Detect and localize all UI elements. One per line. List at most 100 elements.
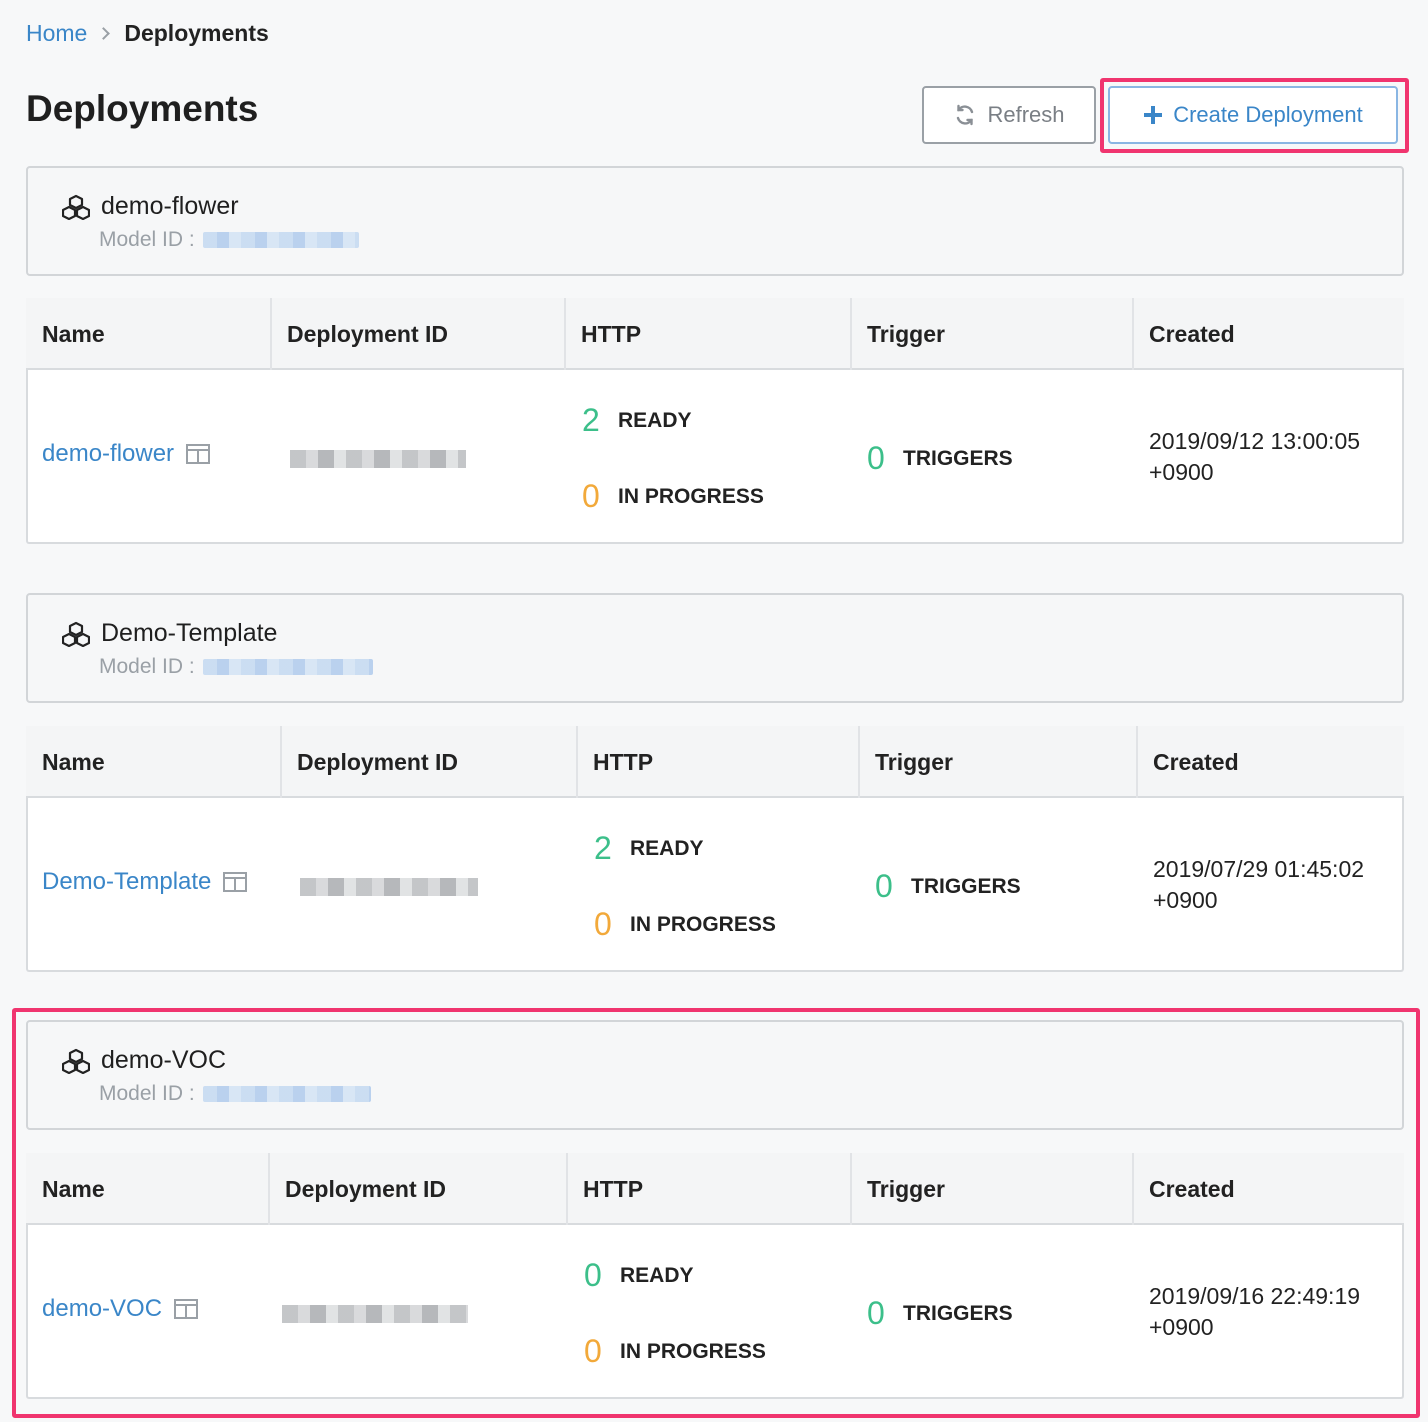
triggers-label: TRIGGERS <box>903 1301 1013 1325</box>
created-date: 2019/07/29 01:45:02 <box>1153 856 1365 882</box>
breadcrumb-current: Deployments <box>124 20 269 46</box>
deployment-name-cell: demo-VOC <box>42 1295 199 1323</box>
ready-count: 2 <box>582 402 600 438</box>
table-row: Demo-Template 2 READY 0 IN PROGRESS 0 TR… <box>26 798 1404 972</box>
header-name: Name <box>42 320 105 347</box>
ready-label: READY <box>630 836 704 860</box>
in-progress-label: IN PROGRESS <box>620 1339 766 1363</box>
header-deployment-id: Deployment ID <box>285 1175 447 1202</box>
trigger-count: 0 TRIGGERS <box>875 868 1021 905</box>
create-deployment-button[interactable]: Create Deployment <box>1108 86 1398 144</box>
trigger-count: 0 TRIGGERS <box>867 440 1013 477</box>
http-in-progress: 0 IN PROGRESS <box>582 478 764 515</box>
header-http: HTTP <box>581 320 642 347</box>
http-ready: 2 READY <box>582 402 692 439</box>
created-timezone: +0900 <box>1153 887 1218 913</box>
model-id-value-redacted[interactable] <box>202 1086 371 1102</box>
created-timezone: +0900 <box>1149 459 1214 485</box>
refresh-icon <box>957 104 974 126</box>
header-deployment-id: Deployment ID <box>287 320 449 347</box>
model-id-label: Model ID : <box>99 228 195 251</box>
deployments-page: Home Deployments Deployments Refresh Cre… <box>0 0 1428 1422</box>
in-progress-count: 0 <box>594 906 612 942</box>
triggers-count: 0 <box>867 1295 885 1331</box>
model-name: demo-flower <box>101 192 239 220</box>
in-progress-count: 0 <box>582 478 600 514</box>
deployments-table: Name Deployment ID HTTP Trigger Created … <box>26 726 1404 972</box>
http-ready: 0 READY <box>584 1257 694 1294</box>
header-name: Name <box>42 748 105 775</box>
header-created: Created <box>1149 1175 1235 1202</box>
in-progress-count: 0 <box>584 1333 602 1369</box>
table-row: demo-flower 2 READY 0 IN PROGRESS 0 TRIG… <box>26 370 1404 544</box>
header-deployment-id: Deployment ID <box>297 748 459 775</box>
http-ready: 2 READY <box>594 830 704 867</box>
triggers-label: TRIGGERS <box>911 874 1021 898</box>
header-http: HTTP <box>583 1175 644 1202</box>
header-created: Created <box>1149 320 1235 347</box>
deployment-name-cell: Demo-Template <box>42 868 248 896</box>
plus-icon <box>1144 106 1163 124</box>
in-progress-label: IN PROGRESS <box>630 912 776 936</box>
header-trigger: Trigger <box>867 320 945 347</box>
panel-icon[interactable] <box>186 444 211 464</box>
created-timestamp: 2019/09/12 13:00:05 +0900 <box>1149 426 1399 488</box>
breadcrumb-home-link[interactable]: Home <box>26 20 87 47</box>
model-id-value-redacted[interactable] <box>202 659 373 675</box>
cubes-icon <box>62 621 90 647</box>
deployment-name-cell: demo-flower <box>42 440 211 468</box>
deployment-name-link[interactable]: demo-flower <box>42 440 174 468</box>
ready-label: READY <box>620 1263 694 1287</box>
ready-count: 2 <box>594 830 612 866</box>
cubes-icon <box>62 194 90 220</box>
model-name: demo-VOC <box>101 1046 227 1074</box>
deployment-id-redacted <box>282 1305 468 1323</box>
deployment-name-link[interactable]: demo-VOC <box>42 1295 162 1323</box>
created-timezone: +0900 <box>1149 1314 1214 1340</box>
table-header: Name Deployment ID HTTP Trigger Created <box>26 726 1404 798</box>
table-header: Name Deployment ID HTTP Trigger Created <box>26 1153 1404 1225</box>
ready-label: READY <box>618 408 692 432</box>
model-card: demo-flower Model ID : <box>26 166 1404 276</box>
refresh-label: Refresh <box>987 102 1065 127</box>
in-progress-label: IN PROGRESS <box>618 484 764 508</box>
model-id-label: Model ID : <box>99 655 195 678</box>
breadcrumb: Home Deployments <box>26 20 269 47</box>
create-deployment-label: Create Deployment <box>1173 102 1363 127</box>
model-card: demo-VOC Model ID : <box>26 1020 1404 1130</box>
deployment-name-link[interactable]: Demo-Template <box>42 868 211 896</box>
model-name: Demo-Template <box>101 619 278 647</box>
created-timestamp: 2019/07/29 01:45:02 +0900 <box>1153 854 1403 916</box>
cubes-icon <box>62 1048 90 1074</box>
deployments-table: Name Deployment ID HTTP Trigger Created … <box>26 1153 1404 1399</box>
panel-icon[interactable] <box>174 1299 199 1319</box>
model-id: Model ID : <box>99 1082 371 1106</box>
triggers-label: TRIGGERS <box>903 446 1013 470</box>
http-in-progress: 0 IN PROGRESS <box>594 906 776 943</box>
panel-icon[interactable] <box>223 872 248 892</box>
model-card: Demo-Template Model ID : <box>26 593 1404 703</box>
triggers-count: 0 <box>867 440 885 476</box>
page-title: Deployments <box>26 88 259 129</box>
deployment-id-redacted <box>300 878 478 896</box>
model-id: Model ID : <box>99 228 359 252</box>
deployment-id-redacted <box>290 450 466 468</box>
header-trigger: Trigger <box>875 748 953 775</box>
created-date: 2019/09/16 22:49:19 <box>1149 1283 1361 1309</box>
model-id: Model ID : <box>99 655 373 679</box>
chevron-right-icon <box>97 27 111 40</box>
header-http: HTTP <box>593 748 654 775</box>
http-in-progress: 0 IN PROGRESS <box>584 1333 766 1370</box>
triggers-count: 0 <box>875 868 893 904</box>
table-row: demo-VOC 0 READY 0 IN PROGRESS 0 TRIGGER… <box>26 1225 1404 1399</box>
ready-count: 0 <box>584 1257 602 1293</box>
created-date: 2019/09/12 13:00:05 <box>1149 428 1361 454</box>
table-header: Name Deployment ID HTTP Trigger Created <box>26 298 1404 370</box>
header-created: Created <box>1153 748 1239 775</box>
deployments-table: Name Deployment ID HTTP Trigger Created … <box>26 298 1404 544</box>
header-name: Name <box>42 1175 105 1202</box>
model-id-value-redacted[interactable] <box>202 232 359 248</box>
created-timestamp: 2019/09/16 22:49:19 +0900 <box>1149 1281 1399 1343</box>
refresh-button[interactable]: Refresh <box>922 86 1096 144</box>
trigger-count: 0 TRIGGERS <box>867 1295 1013 1332</box>
